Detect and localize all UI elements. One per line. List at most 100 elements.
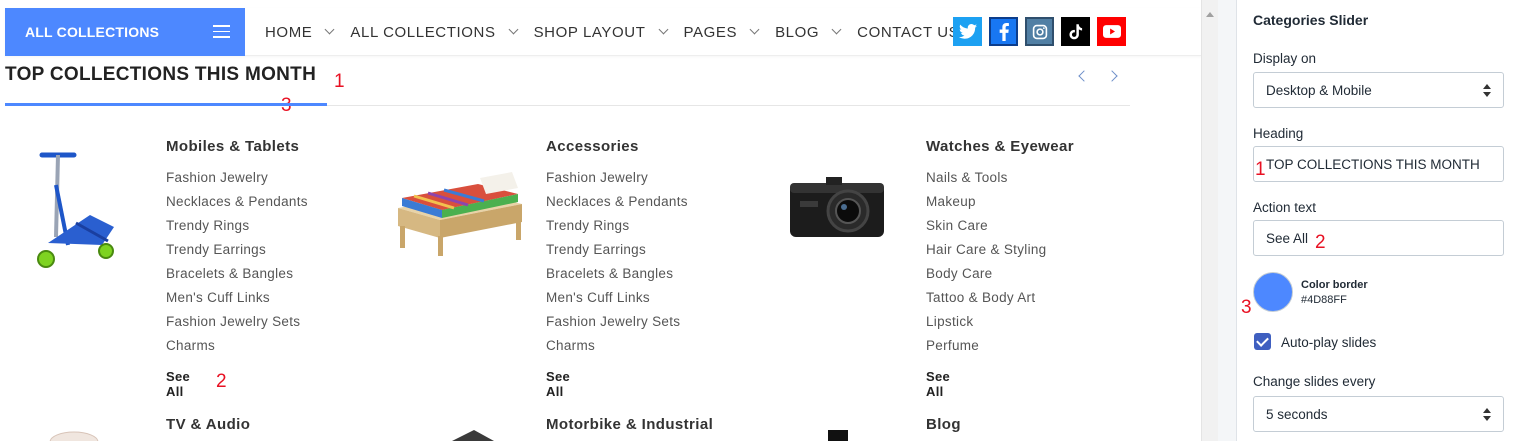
youtube-icon[interactable] [1097, 17, 1126, 46]
color-border-swatch[interactable] [1253, 272, 1293, 312]
menu-contact-us[interactable]: CONTACT US [857, 24, 959, 41]
change-slides-label: Change slides every [1253, 374, 1376, 389]
collection-link[interactable]: Charms [546, 338, 688, 362]
collection-link[interactable]: Bracelets & Bangles [546, 266, 688, 290]
change-slides-value: 5 seconds [1266, 407, 1328, 422]
collection-link[interactable]: Skin Care [926, 218, 1047, 242]
select-arrows-icon [1483, 84, 1491, 98]
collection-links: Fashion Jewelry Necklaces & Pendants Tre… [166, 170, 308, 362]
collection-link[interactable]: Necklaces & Pendants [166, 194, 308, 218]
menu-shop-layout[interactable]: SHOP LAYOUT [534, 24, 668, 41]
display-on-value: Desktop & Mobile [1266, 83, 1372, 98]
chevron-down-icon [324, 24, 335, 35]
chevron-down-icon [658, 24, 668, 35]
annotation-marker: 3 [281, 95, 292, 117]
scroll-up-icon[interactable] [1206, 12, 1214, 17]
collection-title[interactable]: Mobiles & Tablets [166, 138, 299, 155]
collection-title[interactable]: TV & Audio [166, 416, 250, 433]
dashcam-image[interactable] [786, 175, 890, 241]
product-image[interactable] [44, 426, 104, 441]
change-slides-select[interactable]: 5 seconds [1253, 396, 1504, 432]
chevron-down-icon [508, 24, 519, 35]
bed-image[interactable] [392, 168, 528, 258]
collection-link[interactable]: Nails & Tools [926, 170, 1047, 194]
annotation-marker: 1 [1255, 159, 1266, 180]
panel-title: Categories Slider [1253, 12, 1369, 28]
collection-links: Nails & Tools Makeup Skin Care Hair Care… [926, 170, 1047, 362]
autoplay-checkbox[interactable] [1254, 333, 1271, 350]
heading-value: TOP COLLECTIONS THIS MONTH [1266, 157, 1480, 172]
see-all-link[interactable]: See All [926, 369, 950, 399]
collection-title[interactable]: Motorbike & Industrial [546, 416, 713, 433]
collection-link[interactable]: Fashion Jewelry Sets [546, 314, 688, 338]
all-collections-label: ALL COLLECTIONS [25, 24, 160, 40]
chevron-right-icon[interactable] [1106, 70, 1118, 82]
settings-panel: Categories Slider Display on Desktop & M… [1236, 0, 1513, 441]
instagram-icon[interactable] [1025, 17, 1054, 46]
menu-home[interactable]: HOME [265, 24, 335, 41]
header-nav: ALL COLLECTIONS HOME ALL COLLECTIONS SHO… [5, 8, 1201, 56]
collection-link[interactable]: Trendy Earrings [546, 242, 688, 266]
tiktok-icon[interactable] [1061, 17, 1090, 46]
editor-gutter [1218, 0, 1236, 441]
color-border-label: Color border [1301, 279, 1368, 291]
display-on-select[interactable]: Desktop & Mobile [1253, 72, 1504, 108]
collection-link[interactable]: Makeup [926, 194, 1047, 218]
collection-link[interactable]: Men's Cuff Links [546, 290, 688, 314]
chevron-left-icon[interactable] [1078, 70, 1090, 82]
collection-link[interactable]: Necklaces & Pendants [546, 194, 688, 218]
scooter-image[interactable] [30, 145, 120, 273]
heading-label: Heading [1253, 126, 1304, 141]
hamburger-icon [213, 25, 230, 39]
collection-title[interactable]: Blog [926, 416, 961, 433]
section-title-underline [5, 103, 327, 106]
panel-scrollbar[interactable] [1507, 0, 1513, 441]
product-image[interactable] [448, 428, 498, 441]
store-preview: ALL COLLECTIONS HOME ALL COLLECTIONS SHO… [0, 0, 1218, 441]
collection-link[interactable]: Trendy Rings [546, 218, 688, 242]
annotation-marker: 1 [334, 71, 345, 92]
facebook-icon[interactable] [989, 17, 1018, 46]
twitter-icon[interactable] [953, 17, 982, 46]
menu-all-collections[interactable]: ALL COLLECTIONS [350, 24, 519, 41]
annotation-marker: 3 [1241, 297, 1252, 318]
collection-links: Fashion Jewelry Necklaces & Pendants Tre… [546, 170, 688, 362]
all-collections-button[interactable]: ALL COLLECTIONS [5, 8, 245, 56]
select-arrows-icon [1483, 408, 1491, 422]
collection-link[interactable]: Lipstick [926, 314, 1047, 338]
product-image[interactable] [826, 430, 850, 441]
main-menu: HOME ALL COLLECTIONS SHOP LAYOUT PAGES B… [265, 8, 976, 56]
annotation-marker: 2 [216, 371, 227, 392]
collection-title[interactable]: Watches & Eyewear [926, 138, 1074, 155]
collection-link[interactable]: Tattoo & Body Art [926, 290, 1047, 314]
action-text-input[interactable]: See All [1253, 220, 1504, 256]
chevron-down-icon [749, 24, 760, 35]
collection-link[interactable]: Bracelets & Bangles [166, 266, 308, 290]
collection-link[interactable]: Men's Cuff Links [166, 290, 308, 314]
display-on-label: Display on [1253, 51, 1317, 66]
see-all-link[interactable]: See All [166, 369, 190, 399]
collection-link[interactable]: Trendy Earrings [166, 242, 308, 266]
collection-link[interactable]: Hair Care & Styling [926, 242, 1047, 266]
collection-link[interactable]: Fashion Jewelry Sets [166, 314, 308, 338]
autoplay-label[interactable]: Auto-play slides [1281, 335, 1376, 350]
preview-scrollbar[interactable] [1201, 0, 1218, 441]
collection-link[interactable]: Trendy Rings [166, 218, 308, 242]
chevron-down-icon [831, 24, 842, 35]
section-title: TOP COLLECTIONS THIS MONTH [5, 64, 317, 85]
collection-title[interactable]: Accessories [546, 138, 639, 155]
collection-link[interactable]: Perfume [926, 338, 1047, 362]
collection-link[interactable]: Fashion Jewelry [166, 170, 308, 194]
action-text-label: Action text [1253, 200, 1317, 215]
social-links [953, 17, 1133, 46]
collection-link[interactable]: Fashion Jewelry [546, 170, 688, 194]
collection-link[interactable]: Charms [166, 338, 308, 362]
action-text-value: See All [1266, 231, 1309, 246]
collection-link[interactable]: Body Care [926, 266, 1047, 290]
see-all-link[interactable]: See All [546, 369, 570, 399]
menu-blog[interactable]: BLOG [775, 24, 842, 41]
heading-input[interactable]: TOP COLLECTIONS THIS MONTH [1253, 146, 1504, 182]
annotation-marker: 2 [1315, 232, 1326, 253]
color-border-value: #4D88FF [1301, 294, 1347, 306]
menu-pages[interactable]: PAGES [684, 24, 760, 41]
